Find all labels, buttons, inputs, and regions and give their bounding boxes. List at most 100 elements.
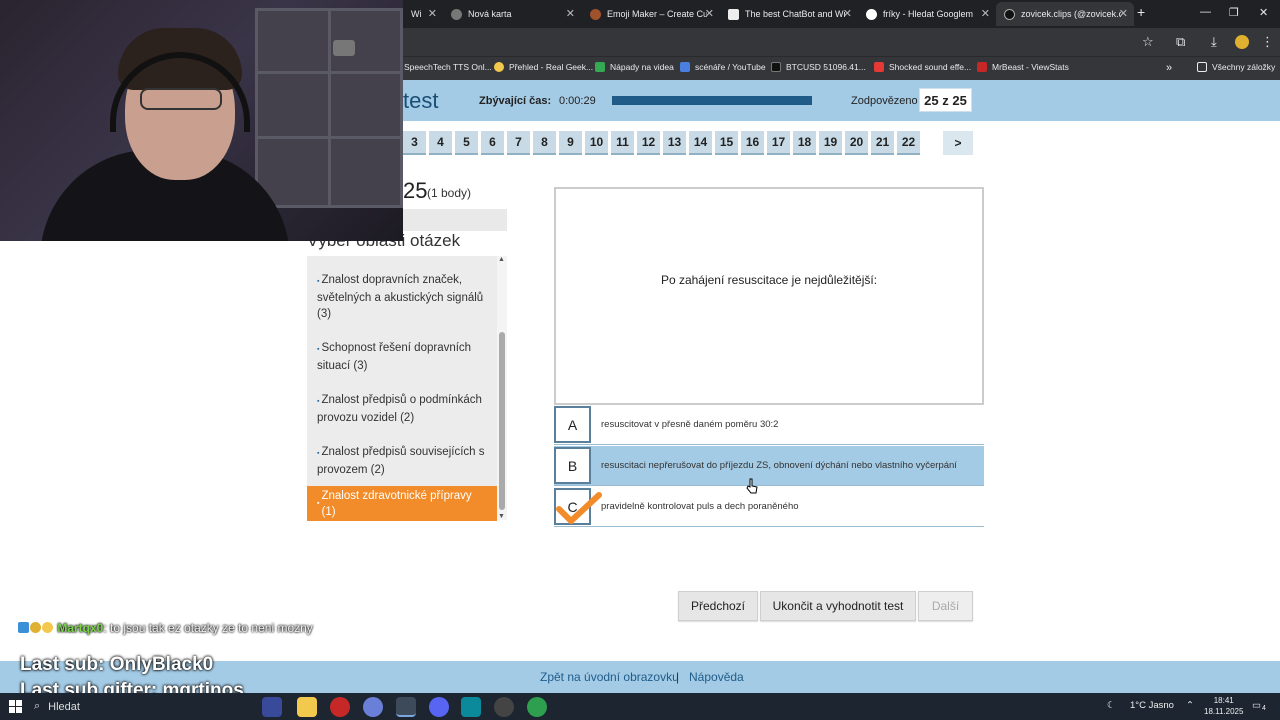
chrome-profile-icon[interactable] [527, 697, 547, 717]
chrome-icon[interactable] [396, 697, 416, 717]
previous-button[interactable]: Předchozí [678, 591, 758, 621]
home-link[interactable]: Zpět na úvodní obrazovku [540, 670, 679, 684]
tab-5[interactable]: fríky - Hledat Googlem ✕ [858, 2, 996, 26]
tab-6-active[interactable]: zovicek.clips (@zovicek.cl ✕ [996, 2, 1134, 26]
close-icon[interactable]: ✕ [428, 7, 437, 20]
close-icon[interactable]: ✕ [981, 7, 990, 20]
page-title: test [403, 88, 439, 113]
next-button[interactable]: Další [918, 591, 973, 621]
bookmark-item[interactable]: BTCUSD 51096.41... [771, 62, 866, 72]
clock[interactable]: 18:41 18.11.2025 [1204, 695, 1243, 717]
task-view-icon[interactable] [232, 697, 252, 717]
menu-icon[interactable]: ⋮ [1261, 34, 1274, 50]
app-icon[interactable] [363, 697, 383, 717]
close-icon[interactable]: ✕ [705, 7, 714, 20]
chat-text: : to jsou tak ez otazky ze to neni mozny [103, 621, 313, 635]
extensions-icon[interactable]: ⧉ [1176, 34, 1185, 50]
tab-2[interactable]: Nová karta ✕ [443, 2, 581, 26]
profile-avatar[interactable] [1235, 35, 1249, 49]
all-bookmarks[interactable]: Všechny záložky [1197, 62, 1275, 72]
scroll-down-icon[interactable]: ▼ [498, 513, 505, 520]
help-link[interactable]: Nápověda [689, 670, 744, 684]
answer-text: pravidelně kontrolovat puls a dech poran… [601, 501, 799, 512]
new-tab-button[interactable]: + [1137, 4, 1145, 20]
question-number-button[interactable]: 20 [845, 131, 868, 155]
question-number-button[interactable]: 8 [533, 131, 556, 155]
time-progress-bar [612, 96, 812, 105]
question-number-button[interactable]: 3 [403, 131, 426, 155]
emote-icon [30, 622, 41, 633]
bookmark-label: SpeechTech TTS Onl... [404, 62, 492, 72]
minimize-icon[interactable]: — [1200, 6, 1211, 18]
bookmark-item[interactable]: scénáře / YouTube [680, 62, 766, 72]
finish-test-button[interactable]: Ukončit a vyhodnotit test [760, 591, 916, 621]
area-list-scrollbar[interactable]: ▲ ▼ [497, 256, 507, 520]
close-window-icon[interactable]: ✕ [1259, 6, 1268, 19]
question-number-button[interactable]: 15 [715, 131, 738, 155]
tab-1[interactable]: Wi ✕ [403, 2, 443, 26]
answer-option-a[interactable]: A resuscitovat v přesně daném poměru 30:… [554, 405, 984, 445]
question-number-button[interactable]: 7 [507, 131, 530, 155]
tab-label: Nová karta [468, 9, 512, 19]
more-bookmarks-icon[interactable]: » [1166, 62, 1172, 74]
app-icon[interactable] [330, 697, 350, 717]
area-item[interactable]: ▪ Znalost předpisů o podmínkách provozu v… [307, 392, 497, 426]
next-page-button[interactable]: > [943, 131, 973, 155]
close-icon[interactable]: ✕ [1119, 7, 1128, 20]
area-item-active[interactable]: ▪ Znalost zdravotnické přípravy (1) [307, 486, 497, 521]
bookmark-item[interactable]: MrBeast - ViewStats [977, 62, 1069, 72]
tray-chevron-icon[interactable]: ⌃ [1186, 700, 1194, 711]
tab-4[interactable]: The best ChatBot and Wr ✕ [720, 2, 858, 26]
bookmark-item[interactable]: SpeechTech TTS Onl... [404, 62, 492, 72]
scrollbar-thumb[interactable] [499, 332, 505, 510]
bookmark-item[interactable]: Přehled - Real Geek... [494, 62, 593, 72]
question-number-button[interactable]: 19 [819, 131, 842, 155]
windows-start-icon[interactable] [9, 700, 22, 713]
close-icon[interactable]: ✕ [843, 7, 852, 20]
obs-icon[interactable] [494, 697, 514, 717]
tab-3[interactable]: Emoji Maker – Create Cus ✕ [582, 2, 720, 26]
area-item[interactable]: ▪ Znalost předpisů souvisejících s provoz… [307, 444, 497, 478]
question-number-button[interactable]: 12 [637, 131, 660, 155]
viewstats-icon [977, 62, 987, 72]
question-number-button[interactable]: 4 [429, 131, 452, 155]
question-number-button[interactable]: 21 [871, 131, 894, 155]
question-number: 25 [403, 178, 428, 203]
question-number-button[interactable]: 13 [663, 131, 686, 155]
question-number-button[interactable]: 10 [585, 131, 608, 155]
area-item[interactable]: ▪ Schopnost řešení dopravních situací (3) [307, 340, 497, 374]
bookmark-item[interactable]: Nápady na videa [595, 62, 674, 72]
scroll-up-icon[interactable]: ▲ [498, 256, 505, 263]
notifications-icon[interactable]: ▭ [1252, 700, 1261, 711]
download-icon[interactable]: ⤓ [1211, 34, 1217, 50]
bookmark-item[interactable]: Shocked sound effe... [874, 62, 971, 72]
question-number-button[interactable]: 5 [455, 131, 478, 155]
file-explorer-icon[interactable] [297, 697, 317, 717]
time-progress-fill [613, 97, 811, 104]
star-icon[interactable]: ☆ [1142, 34, 1154, 50]
app-icon[interactable] [262, 697, 282, 717]
question-number-button[interactable]: 18 [793, 131, 816, 155]
question-number-button[interactable]: 22 [897, 131, 920, 155]
maximize-icon[interactable]: ❐ [1229, 6, 1239, 19]
question-number-button[interactable]: 11 [611, 131, 634, 155]
area-label: Znalost předpisů o podmínkách provozu vo… [317, 394, 482, 424]
question-number-button[interactable]: 14 [689, 131, 712, 155]
vegas-icon[interactable] [461, 697, 481, 717]
area-item[interactable]: ▪ Znalost dopravních značek, světelných a… [307, 272, 497, 322]
question-number-button[interactable]: 17 [767, 131, 790, 155]
answered-label: Zodpovězeno [851, 95, 918, 107]
close-icon[interactable]: ✕ [566, 7, 575, 20]
discord-icon[interactable] [429, 697, 449, 717]
answer-option-b[interactable]: B resuscitaci nepřerušovat do příjezdu Z… [554, 446, 984, 486]
globe-icon [451, 8, 462, 20]
answer-letter: B [554, 447, 591, 484]
answer-option-c[interactable]: C pravidelně kontrolovat puls a dech por… [554, 487, 984, 527]
question-number-button[interactable]: 9 [559, 131, 582, 155]
question-number-button[interactable]: 6 [481, 131, 504, 155]
weather-icon: ☾ [1107, 700, 1116, 711]
question-text: Po zahájení resuscitace je nejdůležitějš… [660, 273, 878, 287]
answer-text: resuscitaci nepřerušovat do příjezdu ZS,… [601, 460, 957, 471]
taskbar-search[interactable]: ⌕ Hledat [34, 697, 224, 716]
question-number-button[interactable]: 16 [741, 131, 764, 155]
